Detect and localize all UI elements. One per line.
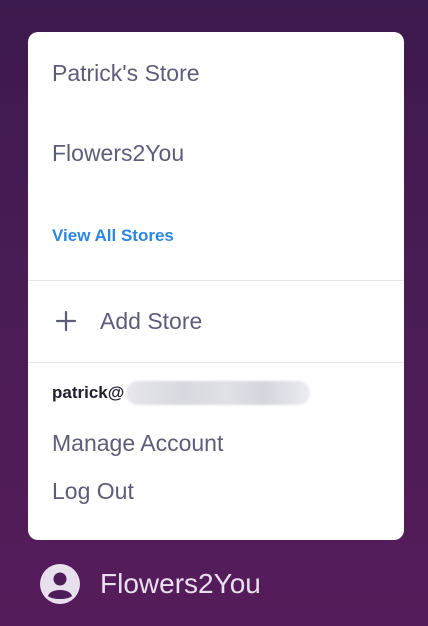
redacted-email-domain [126, 381, 311, 405]
store-switcher-dropdown: Patrick's Store Flowers2You View All Sto… [28, 32, 404, 540]
account-email-text: patrick@ [52, 383, 125, 402]
add-store-button[interactable]: Add Store [52, 307, 202, 335]
plus-icon [52, 307, 80, 335]
manage-account-link[interactable]: Manage Account [52, 430, 223, 457]
divider [28, 362, 404, 363]
add-store-label: Add Store [100, 307, 203, 334]
account-email: patrick@ [52, 381, 311, 405]
store-item-patricks-store[interactable]: Patrick's Store [52, 60, 200, 87]
current-store-name: Flowers2You [100, 568, 261, 599]
view-all-stores-link[interactable]: View All Stores [52, 226, 174, 246]
store-item-flowers2you[interactable]: Flowers2You [52, 140, 184, 167]
divider [28, 280, 404, 281]
user-circle-icon [39, 563, 81, 605]
current-store-selector[interactable]: Flowers2You [39, 563, 261, 605]
log-out-link[interactable]: Log Out [52, 478, 134, 505]
